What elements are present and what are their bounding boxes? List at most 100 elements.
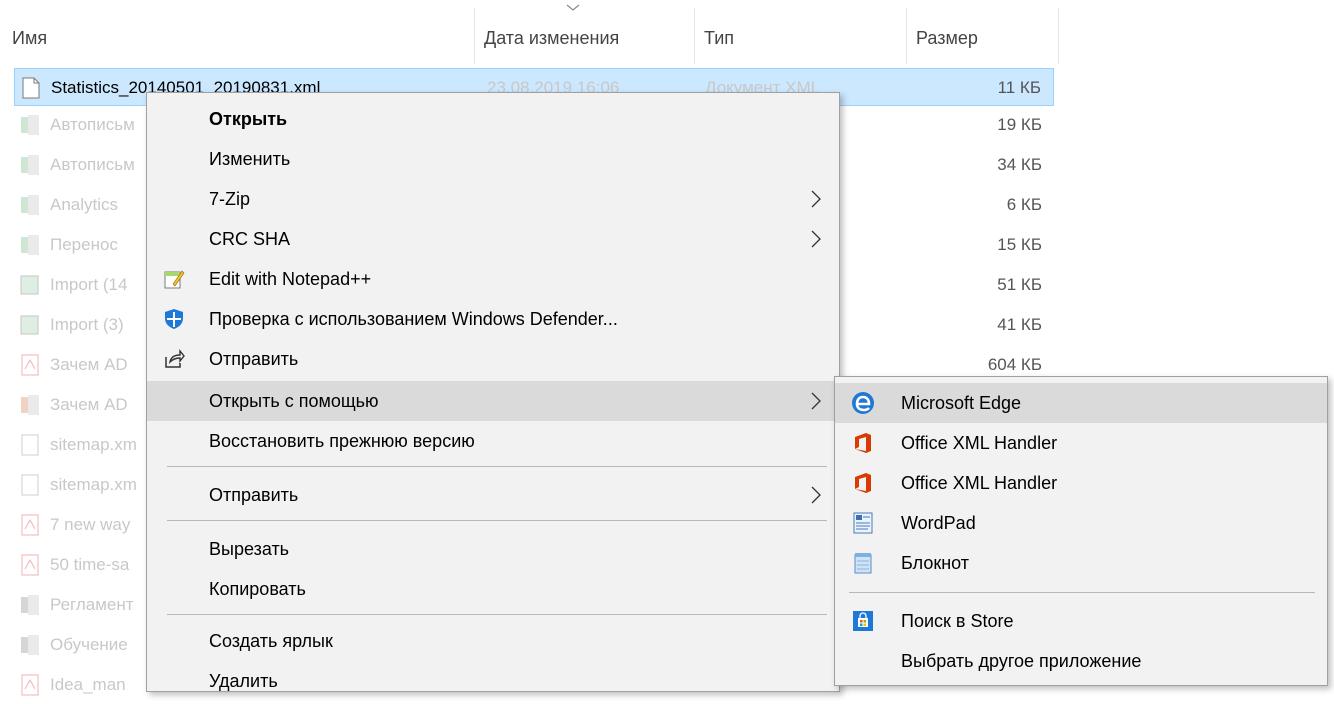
excel-file-icon [21, 115, 39, 135]
store-icon [853, 611, 873, 631]
file-size: 41 КБ [997, 315, 1042, 334]
submenu-item-office-xml-1[interactable]: Office XML Handler [835, 423, 1327, 463]
menu-item-cut[interactable]: Вырезать [147, 529, 839, 569]
submenu-item-label: Выбрать другое приложение [901, 651, 1142, 671]
file-name: Зачем AD [50, 355, 128, 374]
submenu-item-label: Office XML Handler [901, 473, 1058, 493]
csv-file-icon [20, 315, 39, 335]
menu-item-label: Удалить [209, 671, 278, 691]
menu-separator [167, 466, 827, 467]
xml-file-icon [22, 77, 40, 99]
file-name: Analytics [50, 195, 119, 214]
menu-item-copy[interactable]: Копировать [147, 569, 839, 609]
column-divider[interactable] [474, 8, 475, 64]
excel-file-icon [21, 195, 39, 215]
blank-file-icon [21, 474, 39, 496]
menu-item-label: Восстановить прежнюю версию [209, 431, 475, 451]
menu-item-defender[interactable]: Проверка с использованием Windows Defend… [147, 299, 839, 339]
file-size: 34 КБ [997, 155, 1042, 174]
sort-chevron-icon [566, 4, 580, 11]
column-divider[interactable] [1058, 8, 1059, 64]
menu-item-share[interactable]: Отправить [147, 339, 839, 379]
menu-item-edit[interactable]: Изменить [147, 139, 839, 179]
file-size: 51 КБ [997, 275, 1042, 294]
menu-separator [167, 520, 827, 521]
menu-item-notepadpp[interactable]: Edit with Notepad++ [147, 259, 839, 299]
submenu-item-edge[interactable]: Microsoft Edge [835, 383, 1327, 423]
pdf-file-icon [21, 354, 39, 376]
menu-item-label: Открыть [209, 109, 288, 129]
office-icon [855, 473, 871, 493]
file-name: Зачем AD [50, 395, 128, 414]
context-menu: Открыть Изменить 7-Zip CRC SHA Edit with… [146, 92, 840, 692]
menu-item-label: Отправить [209, 485, 299, 505]
chevron-right-icon [811, 392, 821, 410]
file-name: Автописьм [50, 115, 135, 134]
file-size: 11 КБ [997, 78, 1041, 97]
file-size: 6 КБ [1006, 195, 1042, 214]
menu-item-open-with[interactable]: Открыть с помощью [147, 381, 839, 421]
word-file-icon [21, 635, 39, 655]
excel-file-icon [21, 155, 39, 175]
file-name: 50 time-sa [50, 555, 130, 574]
menu-item-label: Проверка с использованием Windows Defend… [209, 309, 618, 329]
notepadpp-icon [164, 270, 185, 289]
file-name: Обучение [50, 635, 128, 654]
submenu-item-label: Microsoft Edge [901, 393, 1022, 413]
menu-item-label: CRC SHA [209, 229, 291, 249]
file-name: Import (3) [50, 315, 124, 334]
menu-item-label: Edit with Notepad++ [209, 269, 372, 289]
submenu-item-choose-app[interactable]: Выбрать другое приложение [835, 641, 1327, 681]
column-header-date[interactable]: Дата изменения [476, 16, 694, 60]
file-name: sitemap.xm [50, 475, 137, 494]
wordpad-icon [853, 512, 873, 534]
column-divider[interactable] [906, 8, 907, 64]
file-name: Автописьм [50, 155, 135, 174]
notepad-icon [854, 553, 872, 574]
menu-item-open[interactable]: Открыть [147, 99, 839, 139]
column-header-name[interactable]: Имя [4, 16, 474, 60]
chevron-right-icon [811, 230, 821, 248]
blank-file-icon [21, 434, 39, 456]
excel-file-icon [21, 595, 39, 615]
menu-item-label: Создать ярлык [209, 631, 333, 651]
file-name: Idea_man [50, 675, 126, 694]
edge-icon [852, 392, 874, 414]
menu-item-7zip[interactable]: 7-Zip [147, 179, 839, 219]
file-name: sitemap.xm [50, 435, 137, 454]
submenu-item-wordpad[interactable]: WordPad [835, 503, 1327, 543]
chevron-right-icon [811, 190, 821, 208]
menu-item-create-shortcut[interactable]: Создать ярлык [147, 621, 839, 661]
column-header-size[interactable]: Размер [908, 16, 1058, 60]
share-icon [165, 349, 185, 368]
menu-item-crc-sha[interactable]: CRC SHA [147, 219, 839, 259]
menu-item-send-to[interactable]: Отправить [147, 475, 839, 515]
column-header-type[interactable]: Тип [696, 16, 906, 60]
menu-item-label: Отправить [209, 349, 299, 369]
menu-item-delete[interactable]: Удалить [147, 661, 839, 701]
submenu-item-label: Поиск в Store [901, 611, 1014, 631]
office-icon [855, 433, 871, 453]
file-name: Import (14 [50, 275, 128, 294]
submenu-item-label: Office XML Handler [901, 433, 1058, 453]
file-name: Регламент [50, 595, 134, 614]
csv-file-icon [20, 275, 39, 295]
menu-item-label: Открыть с помощью [209, 391, 379, 411]
submenu-item-label: Блокнот [901, 553, 970, 573]
submenu-item-label: WordPad [901, 513, 976, 533]
pdf-file-icon [21, 554, 39, 576]
excel-file-icon [21, 395, 39, 415]
file-list-header: Имя Дата изменения Тип Размер [0, 0, 1334, 70]
column-divider[interactable] [694, 8, 695, 64]
submenu-item-notepad[interactable]: Блокнот [835, 543, 1327, 583]
menu-item-label: Вырезать [209, 539, 290, 559]
file-size: 19 КБ [997, 115, 1042, 134]
file-name: Перенос [50, 235, 118, 254]
submenu-item-office-xml-2[interactable]: Office XML Handler [835, 463, 1327, 503]
submenu-item-store[interactable]: Поиск в Store [835, 601, 1327, 641]
pdf-file-icon [21, 674, 39, 696]
submenu-separator [849, 592, 1315, 593]
menu-item-restore[interactable]: Восстановить прежнюю версию [147, 421, 839, 461]
excel-file-icon [21, 235, 39, 255]
file-size: 15 КБ [997, 235, 1042, 254]
